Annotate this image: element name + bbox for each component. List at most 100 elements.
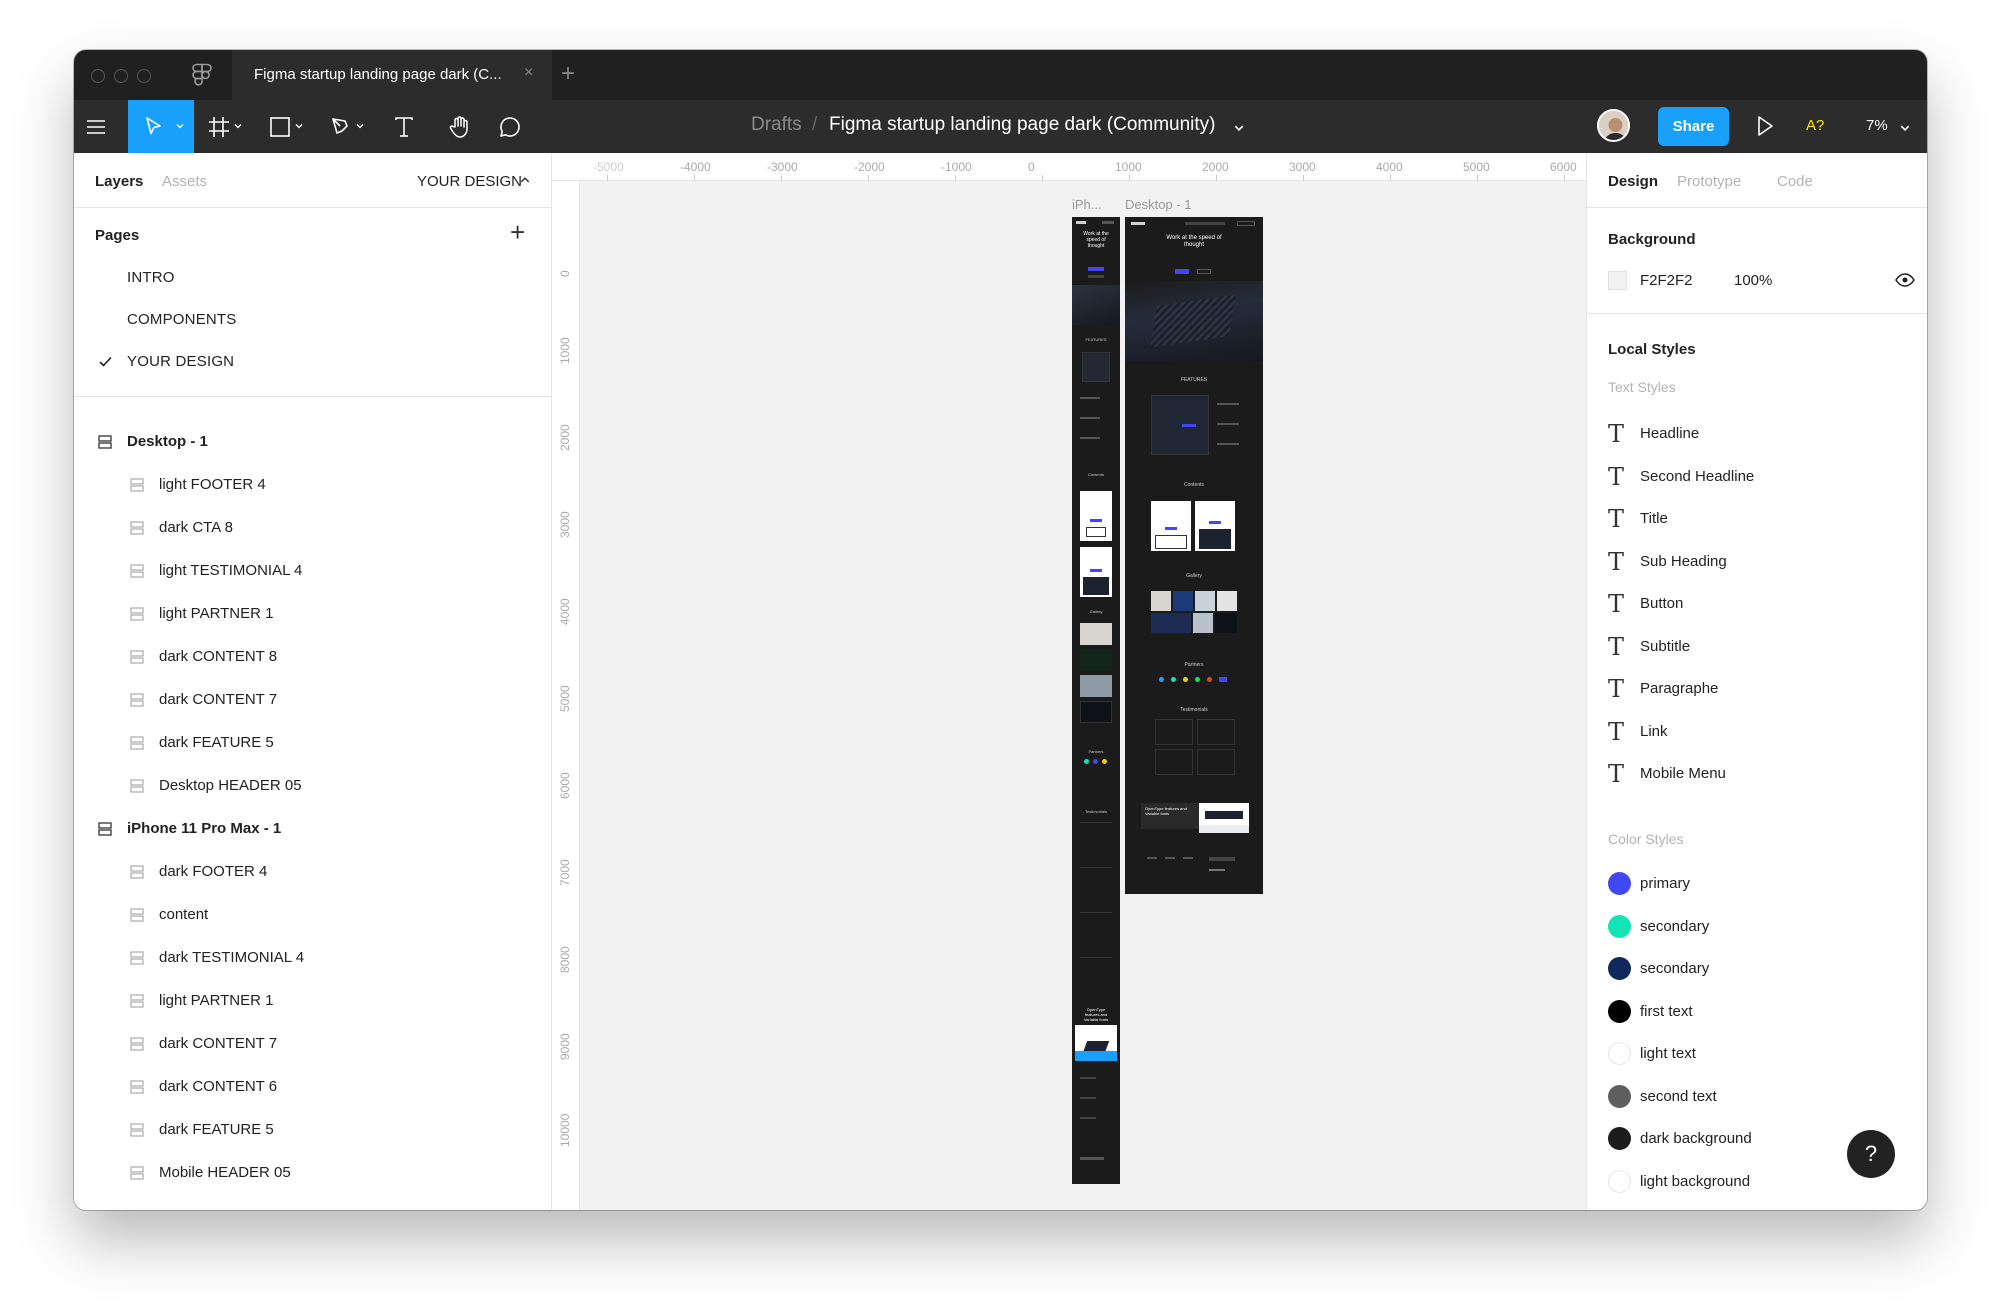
- text-style-item[interactable]: T Subtitle: [1608, 632, 1908, 661]
- main-menu-button[interactable]: [74, 100, 118, 153]
- breadcrumb-drafts[interactable]: Drafts: [751, 114, 802, 136]
- help-button[interactable]: ?: [1847, 1130, 1895, 1178]
- background-color-swatch[interactable]: [1608, 271, 1627, 290]
- move-tool-button[interactable]: [128, 100, 194, 153]
- hand-tool-button[interactable]: [438, 100, 482, 153]
- color-style-item[interactable]: secondary: [1608, 914, 1908, 940]
- layer-frame[interactable]: iPhone 11 Pro Max - 1: [127, 820, 281, 837]
- frame-layer-icon: [98, 435, 112, 449]
- frame-tool-button[interactable]: [200, 100, 250, 153]
- page-your-design[interactable]: YOUR DESIGN: [127, 353, 234, 370]
- menu-icon: [87, 119, 105, 134]
- figma-logo-icon[interactable]: [192, 63, 212, 89]
- frame-label-desktop[interactable]: Desktop - 1: [1125, 197, 1191, 212]
- canvas[interactable]: iPh... Desktop - 1 Work at the speed of …: [580, 181, 1586, 1210]
- layer-item[interactable]: dark CTA 8: [159, 519, 233, 536]
- divider: [1587, 313, 1927, 314]
- present-play-icon[interactable]: [1754, 113, 1776, 139]
- color-swatch-icon: [1608, 957, 1631, 980]
- text-style-icon: T: [1608, 632, 1625, 661]
- text-style-item[interactable]: T Mobile Menu: [1608, 760, 1908, 788]
- tab-prototype[interactable]: Prototype: [1677, 173, 1741, 190]
- zoom-window-button[interactable]: [137, 69, 151, 83]
- close-window-button[interactable]: [91, 69, 105, 83]
- layer-item[interactable]: Desktop HEADER 05: [159, 777, 302, 794]
- file-tab-close-icon[interactable]: ×: [524, 64, 533, 82]
- file-name[interactable]: Figma startup landing page dark (Communi…: [829, 114, 1216, 136]
- page-intro[interactable]: INTRO: [127, 269, 175, 286]
- avatar[interactable]: [1597, 109, 1630, 142]
- text-style-item[interactable]: T Paragraphe: [1608, 675, 1908, 703]
- layer-item[interactable]: light PARTNER 1: [159, 605, 274, 622]
- color-style-item[interactable]: primary: [1608, 871, 1908, 897]
- component-layer-icon: [130, 1166, 144, 1180]
- layer-item[interactable]: dark CONTENT 7: [159, 1035, 277, 1052]
- color-swatch-icon: [1608, 999, 1631, 1023]
- layer-item[interactable]: content: [159, 906, 208, 923]
- text-style-item[interactable]: T Second Headline: [1608, 463, 1908, 491]
- mobile-frame[interactable]: Work at the speed of thought FEATURES Co…: [1072, 217, 1120, 1184]
- right-panel-tabs: Design Prototype Code: [1587, 153, 1927, 208]
- mobile-section-partners: Partners: [1088, 749, 1104, 754]
- mobile-section-features: FEATURES: [1085, 337, 1107, 342]
- ruler-x-label: -1000: [941, 160, 972, 174]
- text-style-item[interactable]: T Link: [1608, 718, 1908, 746]
- new-tab-icon[interactable]: +: [561, 60, 575, 88]
- minimize-window-button[interactable]: [114, 69, 128, 83]
- layer-item[interactable]: dark FEATURE 5: [159, 1121, 274, 1138]
- layer-item[interactable]: Mobile HEADER 05: [159, 1164, 291, 1181]
- color-style-item[interactable]: light text: [1608, 1041, 1908, 1067]
- page-components[interactable]: COMPONENTS: [127, 311, 237, 328]
- tab-code[interactable]: Code: [1777, 173, 1813, 190]
- zoom-chevron-icon[interactable]: [1900, 123, 1910, 133]
- add-page-icon[interactable]: +: [510, 217, 525, 248]
- layer-item[interactable]: dark CONTENT 8: [159, 648, 277, 665]
- layer-item[interactable]: light TESTIMONIAL 4: [159, 562, 302, 579]
- missing-fonts-indicator[interactable]: A?: [1806, 117, 1824, 134]
- layer-item[interactable]: dark CONTENT 7: [159, 691, 277, 708]
- text-style-icon: T: [1608, 420, 1625, 448]
- background-hex-input[interactable]: F2F2F2: [1640, 272, 1693, 289]
- text-style-item[interactable]: T Title: [1608, 505, 1908, 533]
- text-style-item[interactable]: T Headline: [1608, 420, 1908, 448]
- layer-item[interactable]: dark FOOTER 4: [159, 863, 267, 880]
- layer-item[interactable]: light FOOTER 4: [159, 476, 266, 493]
- desktop-hero-title: Work at the speed of thought: [1166, 235, 1222, 248]
- background-opacity-input[interactable]: 100%: [1734, 272, 1772, 289]
- component-layer-icon: [130, 736, 144, 750]
- layer-item[interactable]: dark TESTIMONIAL 4: [159, 949, 304, 966]
- color-style-item[interactable]: first text: [1608, 999, 1908, 1025]
- eye-icon[interactable]: [1895, 273, 1915, 287]
- component-layer-icon: [130, 564, 144, 578]
- ruler-x-label: 2000: [1202, 160, 1229, 174]
- tab-assets[interactable]: Assets: [162, 173, 207, 190]
- comment-tool-button[interactable]: [488, 100, 532, 153]
- text-style-item[interactable]: T Sub Heading: [1608, 548, 1908, 576]
- text-style-icon: T: [1608, 675, 1625, 703]
- layer-frame[interactable]: Desktop - 1: [127, 433, 208, 450]
- zoom-menu[interactable]: 7%: [1866, 117, 1888, 134]
- layer-item[interactable]: dark CONTENT 6: [159, 1078, 277, 1095]
- desktop-frame[interactable]: Work at the speed of thought FEATURES Co…: [1125, 217, 1263, 894]
- shape-tool-button[interactable]: [261, 100, 311, 153]
- page-menu[interactable]: YOUR DESIGN: [417, 173, 522, 190]
- hand-tool-icon: [449, 115, 468, 138]
- color-style-item[interactable]: secondary: [1608, 956, 1908, 982]
- text-tool-button[interactable]: [384, 100, 424, 153]
- frame-label-mobile[interactable]: iPh...: [1072, 197, 1102, 212]
- pen-tool-button[interactable]: [322, 100, 372, 153]
- color-style-item[interactable]: second text: [1608, 1084, 1908, 1110]
- component-layer-icon: [130, 693, 144, 707]
- text-style-item[interactable]: T Button: [1608, 590, 1908, 618]
- color-swatch-icon: [1608, 1169, 1631, 1193]
- layer-item[interactable]: dark FEATURE 5: [159, 734, 274, 751]
- share-button[interactable]: Share: [1658, 107, 1729, 146]
- chevron-up-icon[interactable]: [520, 175, 530, 185]
- layer-item[interactable]: light PARTNER 1: [159, 992, 274, 1009]
- comment-tool-icon: [500, 116, 520, 137]
- tab-layers[interactable]: Layers: [95, 173, 143, 190]
- file-menu-chevron-icon[interactable]: [1234, 123, 1244, 133]
- tab-design[interactable]: Design: [1608, 173, 1658, 190]
- file-tab-active[interactable]: Figma startup landing page dark (C... ×: [232, 50, 552, 100]
- color-swatch-icon: [1608, 914, 1631, 938]
